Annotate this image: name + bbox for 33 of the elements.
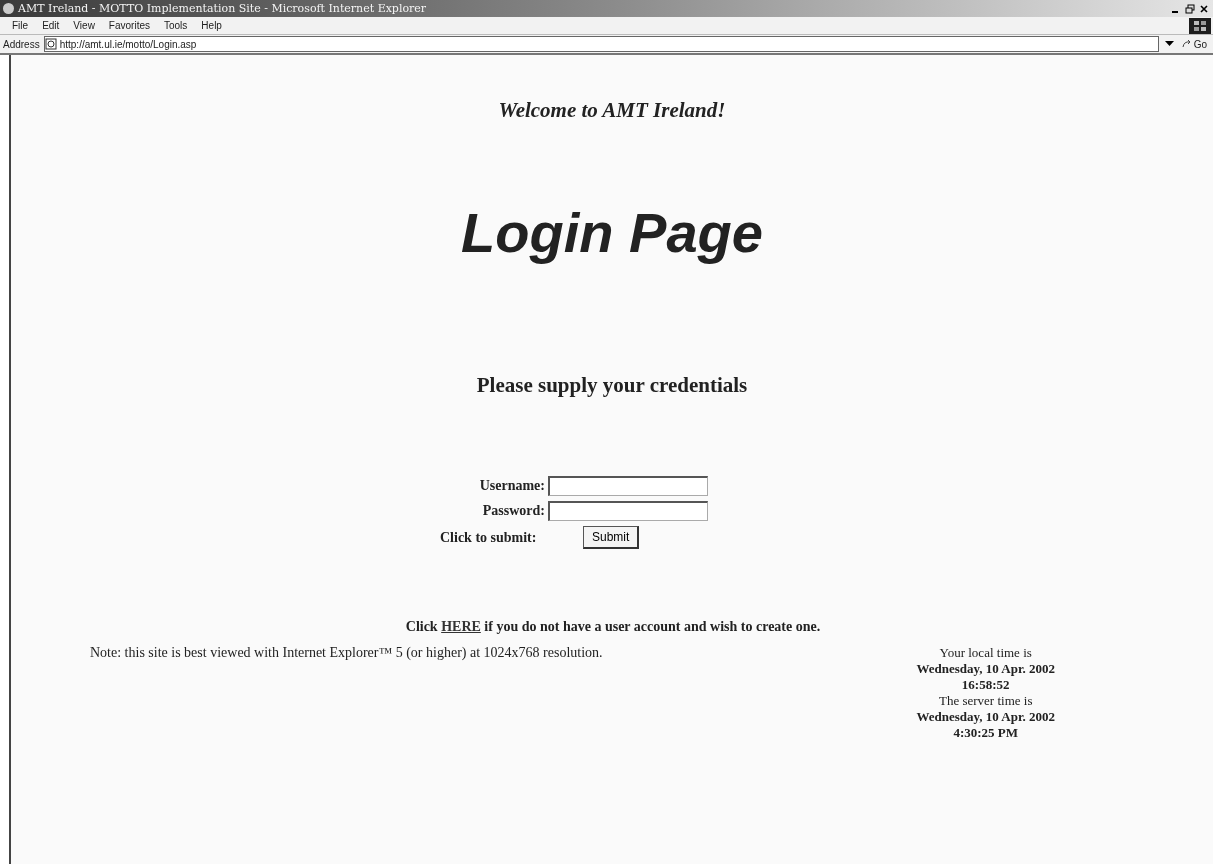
close-icon[interactable]	[1199, 3, 1209, 14]
address-field[interactable]: http://amt.ul.ie/motto/Login.asp	[43, 36, 1159, 52]
menu-item[interactable]: Edit	[42, 20, 60, 31]
menu-item[interactable]: View	[73, 20, 95, 31]
submit-button[interactable]: Submit	[583, 526, 640, 549]
time-text: 16:58:52	[960, 677, 1011, 693]
time-text: The server time is	[937, 693, 1034, 709]
menu-item[interactable]: Help	[201, 20, 222, 31]
menu-item[interactable]: Favorites	[108, 20, 150, 31]
here-link[interactable]: HERE	[441, 619, 481, 634]
note-text: Note: this site is best viewed with Internet Explorer™ 5 (or higher) at 1024x768 resolution.	[90, 645, 603, 662]
field-label: Username:	[478, 478, 545, 494]
time-text: Wednesday, 10 Apr. 2002	[916, 661, 1055, 677]
time-text: Your local time is	[938, 645, 1033, 661]
page-heading: Login Page	[460, 201, 764, 265]
time-text: 4:30:25 PM	[952, 725, 1019, 741]
go-button[interactable]: Go	[1181, 38, 1213, 50]
field-label: Password:	[481, 503, 545, 519]
submit-label: Click to submit:	[440, 529, 538, 546]
signup-text: Click HERE if you do not have a user account and wish to create one.	[404, 619, 822, 635]
address-label: Address	[3, 38, 40, 50]
time-text: Wednesday, 10 Apr. 2002	[916, 709, 1055, 725]
menu-item[interactable]: Tools	[164, 20, 188, 31]
username-field[interactable]	[548, 476, 708, 496]
menu-item[interactable]: File	[12, 20, 29, 31]
password-field[interactable]	[548, 501, 708, 521]
prompt-text: Please supply your credentials	[475, 373, 749, 398]
restore-icon[interactable]	[1185, 3, 1195, 14]
page-icon	[44, 38, 57, 50]
arrow-icon	[1181, 39, 1192, 49]
welcome-text: Welcome to AMT Ireland!	[497, 97, 727, 123]
window-title: AMT Ireland - MOTTO Implementation Site - Microsoft Internet Explorer	[18, 2, 427, 15]
dropdown-arrow-icon[interactable]	[1164, 41, 1174, 47]
